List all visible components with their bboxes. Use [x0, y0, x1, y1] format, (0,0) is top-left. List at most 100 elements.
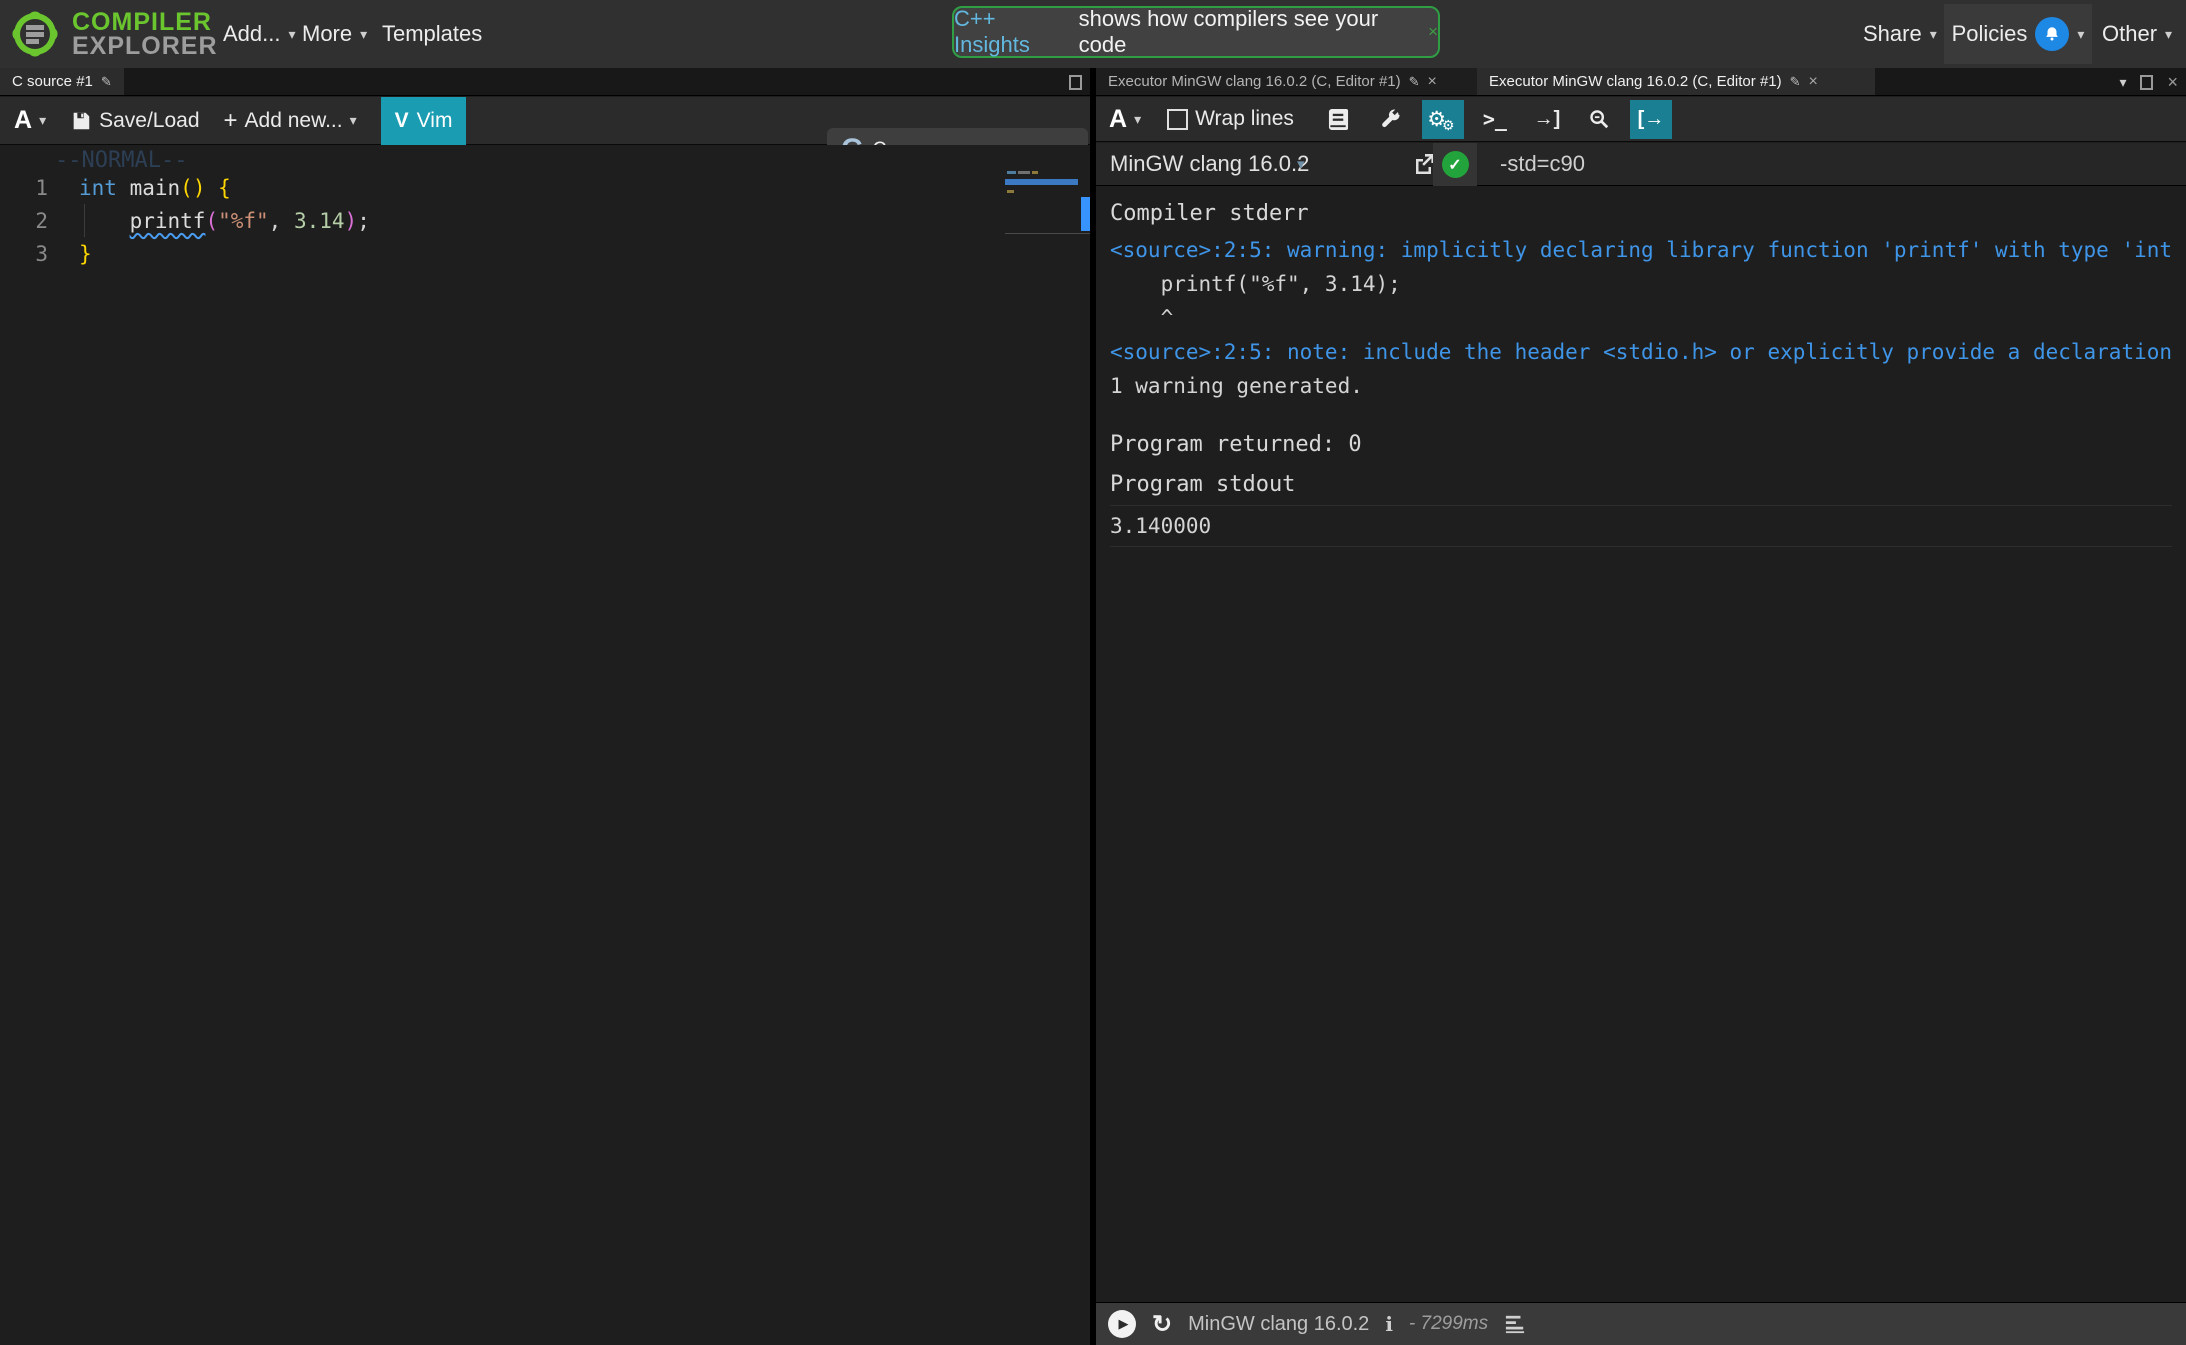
gears-icon: ⚙⚙ — [1427, 107, 1458, 132]
magnifier-icon — [1588, 108, 1610, 130]
vim-toggle-button[interactable]: V Vim — [381, 97, 467, 145]
stderr-link-line[interactable]: <source>:2:5: warning: implicitly declar… — [1110, 233, 2186, 267]
maximize-pane-icon[interactable] — [1069, 75, 1082, 90]
floppy-icon — [70, 110, 92, 132]
tab-executor-1[interactable]: Executor MinGW clang 16.0.2 (C, Editor #… — [1096, 68, 1477, 95]
close-tab-icon[interactable]: × — [1428, 73, 1437, 91]
bell-icon — [2043, 25, 2061, 43]
rename-pencil-icon[interactable]: ✎ — [1409, 74, 1420, 90]
run-button[interactable]: ▶ — [1108, 1310, 1136, 1338]
rename-pencil-icon[interactable]: ✎ — [1790, 74, 1801, 90]
compiler-row: MinGW clang 16.0.2 ▾ ✓ -std=c90 — [1096, 143, 2186, 186]
chevron-down-icon: ▾ — [1930, 26, 1937, 43]
stderr-header: Compiler stderr — [1110, 195, 2186, 233]
line-number: 2 — [0, 209, 48, 233]
rename-pencil-icon[interactable]: ✎ — [101, 74, 112, 90]
program-returned: Program returned: 0 — [1110, 425, 2186, 465]
compile-status-cell: ✓ — [1433, 143, 1477, 186]
menu-add[interactable]: Add... ▾ — [223, 0, 296, 68]
wrap-lines-toggle[interactable]: Wrap lines — [1167, 107, 1294, 131]
minimize-pane-icon[interactable]: ▾ — [2119, 74, 2126, 91]
tab-title: Executor MinGW clang 16.0.2 (C, Editor #… — [1108, 73, 1401, 90]
font-size-button[interactable]: A ▾ — [1109, 105, 1141, 134]
close-pane-icon[interactable]: × — [2167, 72, 2178, 93]
executor-output[interactable]: Compiler stderr <source>:2:5: warning: i… — [1096, 187, 2186, 1302]
add-new-button[interactable]: + Add new... ▾ — [224, 107, 357, 135]
menu-templates-label: Templates — [382, 21, 482, 47]
banner-link[interactable]: C++ Insights — [954, 6, 1072, 58]
maximize-pane-icon[interactable] — [2140, 75, 2153, 90]
font-size-button[interactable]: A ▾ — [14, 106, 46, 135]
executor-toolbar: A ▾ Wrap lines — [1096, 97, 2186, 142]
book-icon — [1328, 108, 1349, 131]
chevron-down-icon: ▾ — [39, 112, 46, 129]
stdin-button[interactable]: →] — [1526, 100, 1568, 139]
chevron-down-icon: ▾ — [1134, 111, 1141, 128]
monaco-editor[interactable]: --NORMAL-- 1int main() {2 printf("%f", 3… — [0, 145, 1090, 1345]
execution-output-button[interactable]: [→ — [1630, 100, 1672, 139]
success-check-icon: ✓ — [1442, 151, 1469, 178]
vim-logo-icon: V — [395, 109, 409, 133]
compiler-options-input[interactable]: -std=c90 — [1500, 151, 1585, 177]
menu-policies-label: Policies — [1952, 21, 2028, 47]
editor-tabbar: C source #1 ✎ — [0, 68, 1090, 96]
code-line[interactable]: 2 printf("%f", 3.14); — [0, 204, 995, 237]
executor-tabbar: Executor MinGW clang 16.0.2 (C, Editor #… — [1096, 68, 2186, 96]
editor-toolbar: A ▾ Save/Load + Add new... ▾ V Vim C C — [0, 97, 1090, 145]
timing-chart-icon[interactable] — [1504, 1314, 1526, 1334]
code-line[interactable]: 1int main() { — [0, 171, 995, 204]
sign-out-arrow-icon: [→ — [1638, 108, 1665, 131]
terminal-button[interactable]: >_ — [1474, 100, 1516, 139]
wrap-lines-label: Wrap lines — [1195, 107, 1294, 131]
compiler-select[interactable]: MinGW clang 16.0.2 — [1110, 151, 1309, 177]
menu-templates[interactable]: Templates — [382, 0, 482, 68]
menu-share[interactable]: Share ▾ — [1863, 0, 1937, 68]
stderr-link-line[interactable]: <source>:2:5: note: include the header <… — [1110, 335, 2186, 369]
refresh-icon[interactable]: ↻ — [1152, 1310, 1172, 1339]
overview-ruler-marker[interactable] — [1081, 197, 1090, 231]
close-tab-icon[interactable]: × — [1809, 73, 1818, 91]
tab-executor-2[interactable]: Executor MinGW clang 16.0.2 (C, Editor #… — [1477, 68, 1875, 95]
overrides-button[interactable] — [1370, 100, 1412, 139]
minimap-slider-edge — [1005, 233, 1090, 234]
code-text: printf("%f", 3.14); — [79, 209, 370, 233]
code-line[interactable]: 3} — [0, 237, 995, 270]
minimap[interactable] — [1005, 150, 1078, 260]
info-icon[interactable]: i — [1385, 1312, 1393, 1336]
wrap-lines-checkbox[interactable] — [1167, 109, 1188, 130]
notification-bell-badge — [2035, 17, 2069, 51]
compiler-output-button[interactable] — [1578, 100, 1620, 139]
tab-title: C source #1 — [12, 73, 93, 90]
chevron-down-icon: ▾ — [360, 26, 367, 43]
compiler-explorer-logo[interactable]: COMPILER EXPLORER — [8, 7, 218, 61]
chevron-down-icon: ▾ — [2077, 26, 2084, 43]
stderr-text-line: printf("%f", 3.14); — [1110, 267, 2186, 301]
minimap-line3 — [1007, 190, 1014, 193]
code-lines[interactable]: 1int main() {2 printf("%f", 3.14);3} — [0, 171, 995, 270]
code-text: int main() { — [79, 176, 231, 200]
menu-other[interactable]: Other ▾ — [2102, 0, 2172, 68]
statusbar-compiler-name: MinGW clang 16.0.2 — [1188, 1313, 1369, 1336]
sign-in-arrow-icon: →] — [1534, 108, 1561, 131]
banner-close-icon[interactable]: × — [1428, 22, 1438, 42]
logo-line1: COMPILER — [72, 10, 218, 34]
menu-policies[interactable]: Policies ▾ — [1944, 4, 2092, 64]
line-number: 3 — [0, 242, 48, 266]
menu-more[interactable]: More ▾ — [302, 0, 367, 68]
font-size-label: A — [14, 106, 32, 135]
arguments-button[interactable]: ⚙⚙ — [1422, 100, 1464, 139]
libraries-button[interactable] — [1318, 100, 1360, 139]
stdout-value: 3.140000 — [1110, 505, 2172, 547]
source-editor-pane: C source #1 ✎ A ▾ Save/Load + Add new... — [0, 68, 1090, 1345]
gear-logo-icon — [8, 7, 62, 61]
menu-other-label: Other — [2102, 21, 2157, 47]
tab-title: Executor MinGW clang 16.0.2 (C, Editor #… — [1489, 73, 1782, 90]
menu-share-label: Share — [1863, 21, 1922, 47]
stderr-text-line: ^ — [1110, 301, 2186, 335]
save-load-button[interactable]: Save/Load — [70, 109, 199, 133]
stdout-header: Program stdout — [1110, 465, 2186, 505]
tab-c-source-1[interactable]: C source #1 ✎ — [0, 68, 124, 95]
chevron-down-icon: ▾ — [1297, 155, 1305, 173]
menu-more-label: More — [302, 21, 352, 47]
executor-statusbar: ▶ ↻ MinGW clang 16.0.2 i - 7299ms — [1096, 1302, 2186, 1345]
